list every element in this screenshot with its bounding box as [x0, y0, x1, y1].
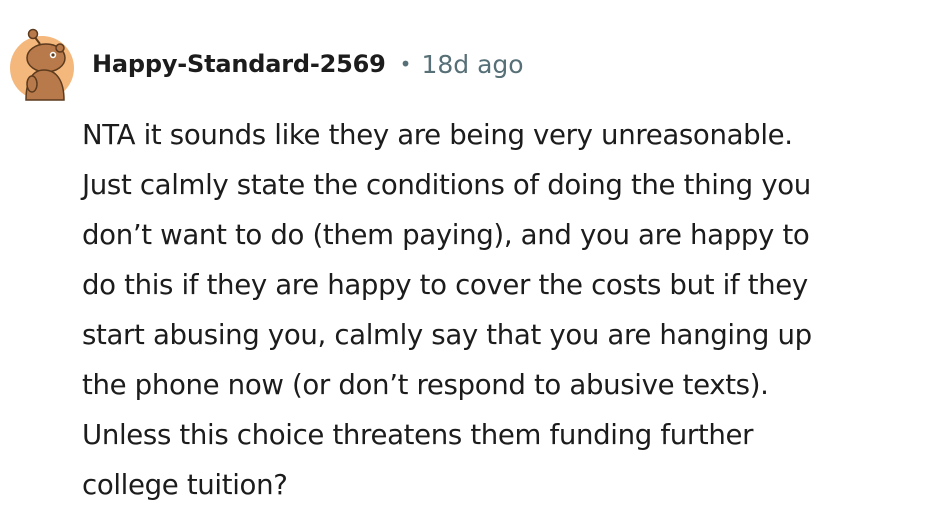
- comment-body-line: the phone now (or don’t respond to abusi…: [82, 368, 769, 401]
- comment-timestamp[interactable]: 18d ago: [421, 50, 523, 79]
- comment-body: NTA it sounds like they are being very u…: [82, 110, 932, 510]
- user-avatar[interactable]: [10, 22, 74, 102]
- comment-body-line: start abusing you, calmly say that you a…: [82, 318, 812, 351]
- comment-meta: Happy-Standard-2569 • 18d ago: [92, 44, 524, 84]
- reddit-snoo-avatar-icon: [10, 28, 74, 101]
- comment-body-line: don’t want to do (them paying), and you …: [82, 218, 810, 251]
- comment-body-line: Unless this choice threatens them fundin…: [82, 418, 754, 451]
- comment-body-line: NTA it sounds like they are being very u…: [82, 118, 793, 151]
- username-link[interactable]: Happy-Standard-2569: [92, 50, 386, 78]
- comment: Happy-Standard-2569 • 18d ago NTA it sou…: [0, 0, 939, 510]
- comment-body-line: do this if they are happy to cover the c…: [82, 268, 808, 301]
- comment-body-line: college tuition?: [82, 468, 288, 501]
- meta-separator: •: [399, 52, 412, 76]
- comment-body-line: Just calmly state the conditions of doin…: [82, 168, 811, 201]
